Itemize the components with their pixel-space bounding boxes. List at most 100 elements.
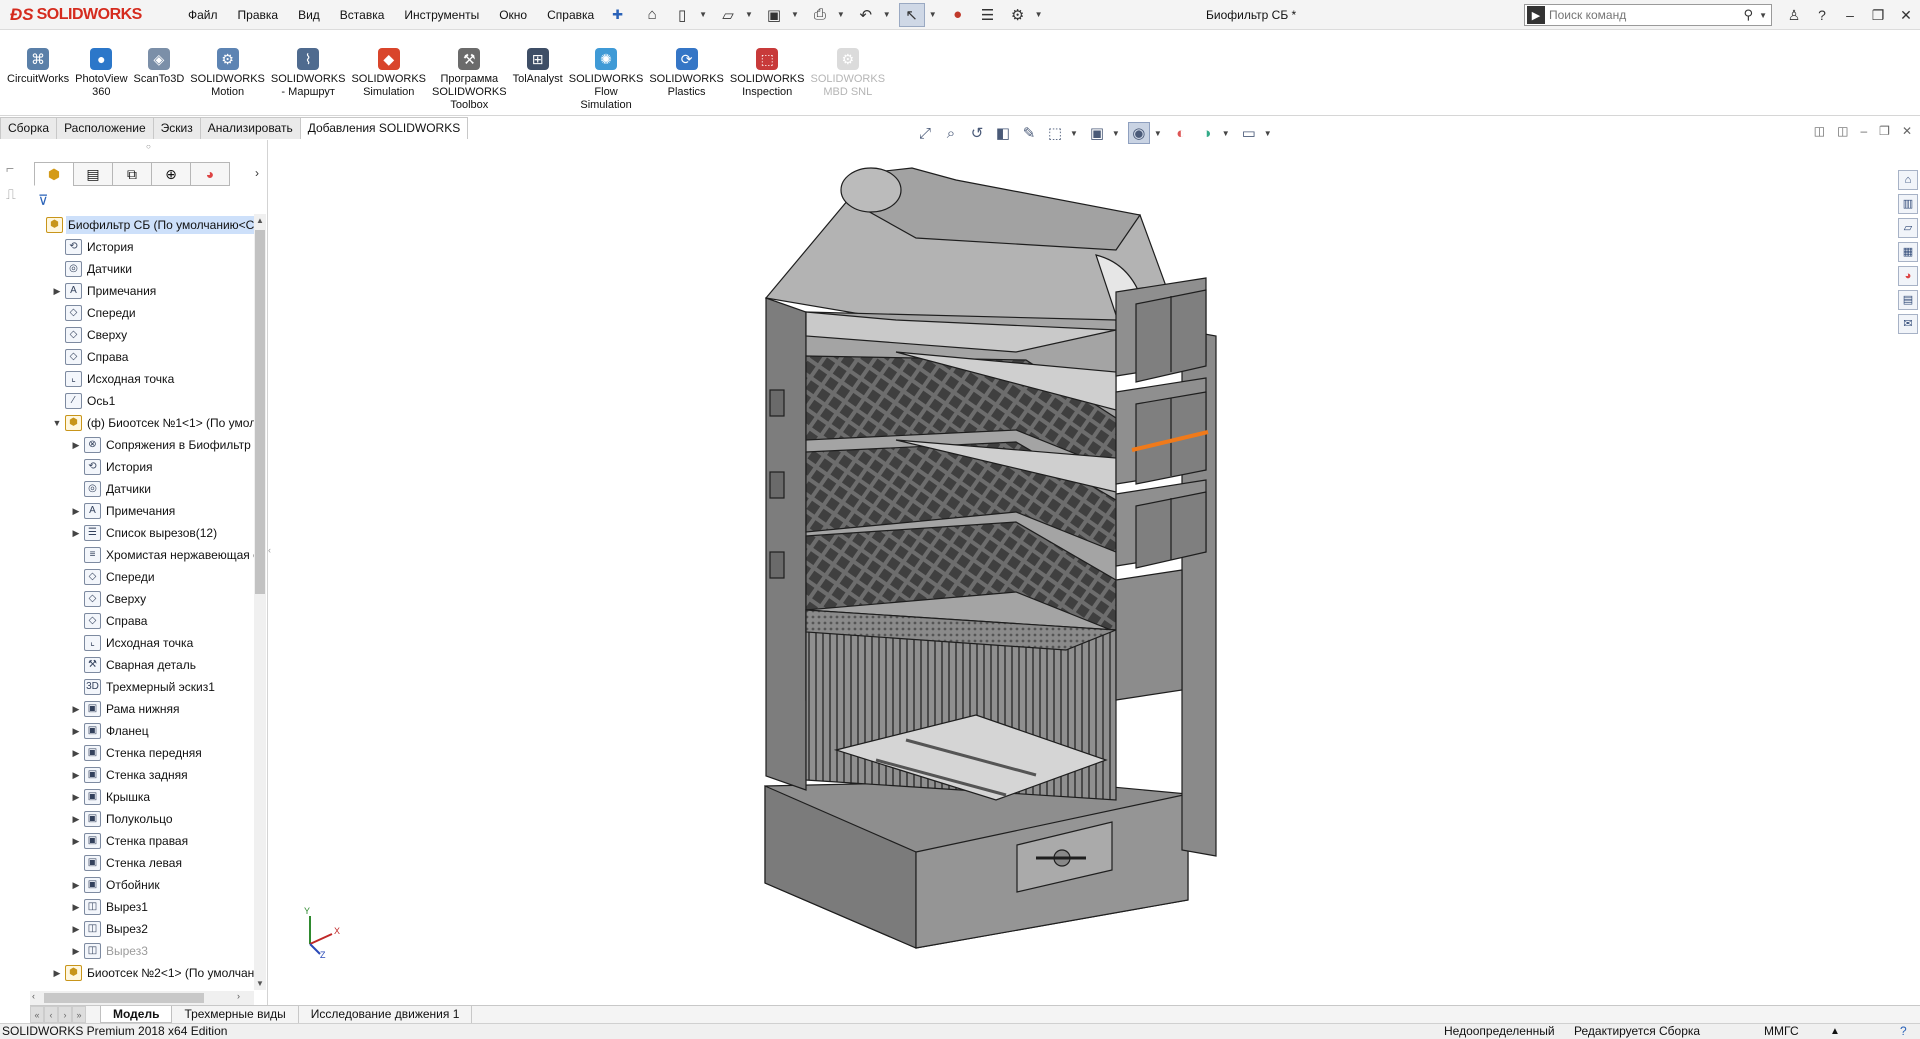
ribbon-motion-button[interactable]: ⚙ SOLIDWORKS Motion [187, 30, 268, 115]
panel-grip-icon[interactable]: ○ [146, 142, 151, 151]
solidworks-resources-icon[interactable]: ⌂ [1898, 170, 1918, 190]
custom-properties-icon[interactable]: ▤ [1898, 290, 1918, 310]
tree-item[interactable]: ⬢ Биофильтр СБ (По умолчанию<Со [30, 214, 254, 236]
open-icon[interactable]: ▱ [715, 3, 741, 27]
ribbon-scanto3d-button[interactable]: ◈ ScanTo3D [131, 30, 188, 115]
expand-arrow-icon[interactable]: ▶ [51, 962, 63, 984]
tree-item[interactable]: ◇ Справа [30, 610, 254, 632]
hide-show-dropdown-icon[interactable]: ▼ [1154, 129, 1162, 138]
tree-item[interactable]: ▶ ⊗ Сопряжения в Биофильтр ( [30, 434, 254, 456]
help-icon[interactable]: ? [1808, 7, 1836, 23]
ribbon-inspection-button[interactable]: ⬚ SOLIDWORKS Inspection [727, 30, 808, 115]
tree-item[interactable]: ⌞ Исходная точка [30, 368, 254, 390]
ribbon-photoview-button[interactable]: ● PhotoView 360 [72, 30, 130, 115]
view-settings-dropdown-icon[interactable]: ▼ [1264, 129, 1272, 138]
expand-arrow-icon[interactable]: ▶ [70, 830, 82, 852]
tree-vertical-scrollbar[interactable]: ▲ ▼ [254, 214, 266, 990]
tab-solidworks-addins[interactable]: Добавления SOLIDWORKS [299, 117, 469, 139]
print-dropdown-icon[interactable]: ▼ [837, 10, 845, 19]
expand-arrow-icon[interactable]: ▶ [70, 434, 82, 456]
scene-dropdown-icon[interactable]: ▼ [1222, 129, 1230, 138]
tree-item[interactable]: ◎ Датчики [30, 258, 254, 280]
viewport-close-icon[interactable]: ✕ [1902, 124, 1912, 138]
file-properties-icon[interactable]: ☰ [975, 3, 1001, 27]
tab-evaluate[interactable]: Анализировать [199, 117, 301, 139]
menu-window[interactable]: Окно [489, 0, 537, 30]
tree-item[interactable]: ⚒ Сварная деталь [30, 654, 254, 676]
tab-model[interactable]: Модель [100, 1006, 173, 1023]
expand-arrow-icon[interactable]: ▶ [51, 280, 63, 302]
search-input[interactable] [1549, 8, 1739, 22]
search-dropdown-icon[interactable]: ▼ [1759, 11, 1767, 20]
tree-item[interactable]: ▶ A Примечания [30, 500, 254, 522]
undo-icon[interactable]: ↶ [853, 3, 879, 27]
tree-item[interactable]: ◇ Сверху [30, 588, 254, 610]
options-gear-icon[interactable]: ⚙ [1005, 3, 1031, 27]
collapse-left-icon[interactable]: ◫ [1814, 124, 1825, 138]
select-pointer-icon[interactable]: ↖ [898, 2, 925, 27]
open-dropdown-icon[interactable]: ▼ [745, 10, 753, 19]
menu-edit[interactable]: Правка [228, 0, 289, 30]
menu-help[interactable]: Справка [537, 0, 604, 30]
next-tab-icon[interactable]: › [58, 1006, 72, 1023]
forum-icon[interactable]: ✉ [1898, 314, 1918, 334]
expand-arrow-icon[interactable]: ▶ [70, 874, 82, 896]
save-icon[interactable]: ▣ [761, 3, 787, 27]
tree-item[interactable]: ◎ Датчики [30, 478, 254, 500]
panel-splitter[interactable]: ‹ [268, 545, 276, 575]
tab-sketch[interactable]: Эскиз [152, 117, 201, 139]
command-search[interactable]: ▶ ⚲ ▼ [1524, 4, 1772, 26]
ribbon-flow-simulation-button[interactable]: ✺ SOLIDWORKS Flow Simulation [566, 30, 647, 115]
tree-item[interactable]: ⟲ История [30, 236, 254, 258]
expand-arrow-icon[interactable]: ▶ [70, 522, 82, 544]
display-style-dropdown-icon[interactable]: ▼ [1112, 129, 1120, 138]
tree-item[interactable]: ▶ ▣ Полукольцо [30, 808, 254, 830]
dimxpert-tab-icon[interactable]: ⊕ [151, 162, 191, 186]
expand-arrow-icon[interactable]: ▶ [70, 720, 82, 742]
tree-item[interactable]: ▼ ⬢ (ф) Биоотсек №1<1> (По умолч [30, 412, 254, 434]
expand-arrow-icon[interactable]: ▶ [70, 698, 82, 720]
expand-arrow-icon[interactable]: ▶ [70, 764, 82, 786]
tree-item[interactable]: ▶ ▣ Отбойник [30, 874, 254, 896]
tree-item[interactable]: ▶ ◫ Вырез3 [30, 940, 254, 962]
tree-item[interactable]: 3D Трехмерный эскиз1 [30, 676, 254, 698]
menu-view[interactable]: Вид [288, 0, 330, 30]
status-help-icon[interactable]: ? [1900, 1024, 1907, 1039]
expand-arrow-icon[interactable]: ▶ [70, 742, 82, 764]
expand-arrow-icon[interactable]: ▶ [70, 896, 82, 918]
tree-item[interactable]: ▶ ▣ Рама нижняя [30, 698, 254, 720]
unit-dropdown-icon[interactable]: ▲ [1830, 1024, 1840, 1039]
tree-item[interactable]: ▶ ▣ Фланец [30, 720, 254, 742]
tree-item[interactable]: ⟲ История [30, 456, 254, 478]
search-scope-icon[interactable]: ▶ [1527, 6, 1545, 24]
expand-arrow-icon[interactable]: ▶ [70, 918, 82, 940]
pin-icon[interactable]: ✚ [612, 7, 623, 23]
tree-item[interactable]: ▶ ⬢ Биоотсек №2<1> (По умолчан [30, 962, 254, 984]
rebuild-traffic-light-icon[interactable]: ● [945, 3, 971, 27]
collapse-right-icon[interactable]: ◫ [1837, 124, 1848, 138]
tree-item[interactable]: ▶ A Примечания [30, 280, 254, 302]
view-orientation-dropdown-icon[interactable]: ▼ [1070, 129, 1078, 138]
scroll-up-icon[interactable]: ▲ [254, 216, 266, 225]
select-dropdown-icon[interactable]: ▼ [929, 10, 937, 19]
menu-file[interactable]: Файл [178, 0, 228, 30]
rail-step-icon[interactable]: ⎍ [6, 186, 16, 203]
tree-item[interactable]: ⌞ Исходная точка [30, 632, 254, 654]
restore-icon[interactable]: ❐ [1864, 7, 1892, 24]
options-dropdown-icon[interactable]: ▼ [1035, 10, 1043, 19]
minimize-icon[interactable]: – [1836, 7, 1864, 23]
solidworks-logo[interactable]: ƉS SOLIDWORKS [0, 0, 160, 30]
print-icon[interactable]: ⎙ [807, 3, 833, 27]
tree-item[interactable]: ▶ ▣ Стенка задняя [30, 764, 254, 786]
tree-item[interactable]: ◇ Спереди [30, 566, 254, 588]
filter-icon[interactable]: ⊽ [38, 192, 48, 209]
tree-item[interactable]: ▶ ☰ Список вырезов(12) [30, 522, 254, 544]
viewport-restore-icon[interactable]: ❐ [1879, 124, 1890, 138]
search-icon[interactable]: ⚲ [1744, 7, 1754, 23]
panel-more-icon[interactable]: › [255, 166, 259, 180]
file-explorer-icon[interactable]: ▱ [1898, 218, 1918, 238]
ribbon-routing-button[interactable]: ⌇ SOLIDWORKS - Маршрут [268, 30, 349, 115]
save-dropdown-icon[interactable]: ▼ [791, 10, 799, 19]
tree-item[interactable]: ▶ ▣ Стенка передняя [30, 742, 254, 764]
tab-layout[interactable]: Расположение [56, 117, 154, 139]
